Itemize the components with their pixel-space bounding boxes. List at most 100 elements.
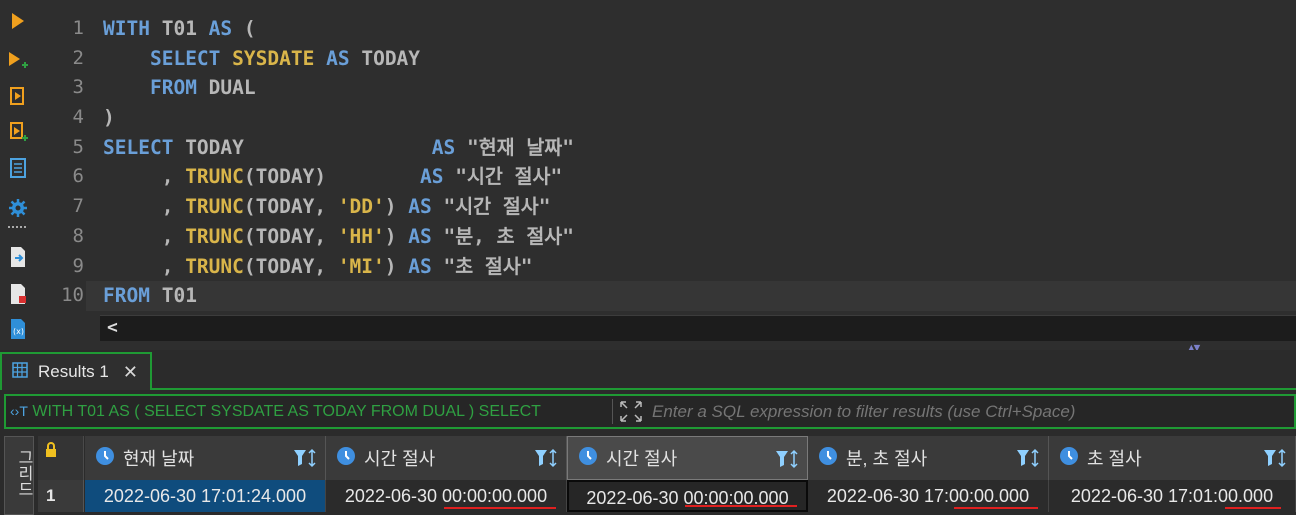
execute-script-icon[interactable] — [8, 85, 28, 107]
code-line[interactable]: , TRUNC(TODAY, 'HH') AS "분, 초 절사" — [103, 222, 1296, 252]
code-area[interactable]: WITH T01 AS ( SELECT SYSDATE AS TODAY FR… — [86, 14, 1296, 311]
close-tab-icon[interactable]: ✕ — [123, 362, 138, 383]
code-token: , — [103, 254, 186, 278]
code-token: FROM — [103, 284, 150, 308]
red-underline-mark — [1225, 507, 1281, 509]
column-header-current-date[interactable]: 현재 날짜 — [85, 436, 326, 480]
cell-current-date[interactable]: 2022-06-30 17:01:24.000 — [85, 480, 326, 512]
line-number: 9 — [72, 254, 84, 277]
column-header-trunc-mi[interactable]: 초 절사 — [1049, 436, 1296, 480]
code-token: SELECT — [149, 46, 221, 70]
expand-filter-icon[interactable] — [618, 399, 644, 424]
horizontal-scrollbar[interactable]: < — [100, 315, 1296, 341]
code-token: TRUNC — [185, 195, 244, 219]
code-token: AS — [326, 46, 350, 70]
variables-icon[interactable]: (x) — [8, 318, 28, 340]
table-row[interactable]: 1 2022-06-30 17:01:24.000 2022-06-30 00:… — [38, 480, 1296, 512]
toolbar-separator — [8, 222, 28, 232]
line-number: 5 — [72, 135, 84, 158]
code-token: TRUNC — [185, 254, 244, 278]
column-header-label: 초 절사 — [1087, 449, 1142, 469]
code-token: WITH — [103, 17, 150, 40]
clock-icon — [336, 446, 356, 471]
clock-icon — [578, 446, 598, 471]
code-token: "시간 절사" — [431, 195, 551, 219]
code-line[interactable]: , TRUNC(TODAY, 'DD') AS "시간 절사" — [103, 192, 1296, 222]
column-header-trunc-time[interactable]: 시간 절사 — [326, 436, 567, 480]
code-line[interactable]: , TRUNC(TODAY, 'MI') AS "초 절사" — [103, 252, 1296, 282]
code-token: TRUNC — [185, 224, 244, 248]
settings-gear-icon[interactable] — [8, 197, 28, 219]
code-line[interactable]: SELECT TODAY AS "현재 날짜" — [103, 133, 1296, 163]
code-token: (TODAY) — [243, 165, 420, 189]
code-token: "분, 초 절사" — [431, 224, 574, 248]
filter-sort-icon[interactable] — [775, 449, 799, 474]
line-number: 7 — [72, 195, 84, 218]
filter-query-dropdown[interactable]: ‹›T WITH T01 AS ( SELECT SYSDATE AS TODA… — [8, 396, 610, 427]
results-grid[interactable]: 현재 날짜 시간 절사 시간 절사 분, 초 절사 초 절사 1 2022-06… — [38, 436, 1296, 515]
execute-script-new-tab-icon[interactable] — [8, 120, 28, 142]
code-token: T01 — [149, 17, 209, 40]
results-panel: Results 1 ✕ ‹›T WITH T01 AS ( SELECT SYS… — [0, 350, 1296, 515]
column-header-label: 시간 절사 — [606, 449, 678, 469]
scroll-left-arrow-icon[interactable]: < — [107, 317, 118, 338]
filter-separator — [612, 399, 613, 424]
code-line[interactable]: SELECT SYSDATE AS TODAY — [103, 44, 1296, 74]
line-number-gutter: 1 2 3 4 5 6 7 8 9 10 — [36, 14, 86, 311]
code-token: T01 — [149, 284, 197, 308]
code-line[interactable]: FROM T01 — [86, 281, 1296, 311]
code-line[interactable]: FROM DUAL — [103, 73, 1296, 103]
lock-icon — [46, 442, 56, 457]
filter-expression-input[interactable] — [652, 396, 1294, 427]
cell-trunc-hh[interactable]: 2022-06-30 17:00:00.000 — [808, 480, 1049, 512]
red-underline-mark — [444, 507, 556, 509]
line-number: 10 — [61, 284, 84, 307]
code-line[interactable]: WITH T01 AS ( — [103, 14, 1296, 44]
grid-view-tab[interactable]: 그리드 — [4, 436, 34, 515]
cell-value: 2022-06-30 17:01:00.000 — [1070, 486, 1274, 506]
code-token: TODAY — [173, 135, 432, 159]
code-token: "현재 날짜" — [455, 135, 574, 159]
code-token: ) — [103, 106, 115, 130]
code-token: AS — [420, 165, 444, 189]
code-line[interactable]: , TRUNC(TODAY) AS "시간 절사" — [103, 162, 1296, 192]
column-header-trunc-dd[interactable]: 시간 절사 — [567, 436, 808, 480]
code-token: TODAY — [349, 46, 421, 70]
code-token: ) — [384, 195, 409, 219]
editor-toolbar: (x) — [0, 0, 36, 350]
cell-trunc-mi[interactable]: 2022-06-30 17:01:00.000 — [1049, 480, 1296, 512]
code-token: SELECT — [103, 135, 174, 159]
new-script-icon[interactable] — [8, 283, 28, 305]
filter-sort-icon[interactable] — [1016, 448, 1040, 473]
filter-sort-icon[interactable] — [534, 448, 558, 473]
grid-table-icon — [12, 361, 28, 383]
filter-bar: ‹›T WITH T01 AS ( SELECT SYSDATE AS TODA… — [4, 394, 1296, 429]
column-header-label: 시간 절사 — [364, 449, 436, 469]
code-token: AS — [408, 195, 432, 219]
line-number: 3 — [72, 76, 84, 99]
filter-sort-icon[interactable] — [1263, 448, 1287, 473]
column-header-trunc-hh[interactable]: 분, 초 절사 — [808, 436, 1049, 480]
execute-statement-icon[interactable] — [8, 10, 28, 32]
red-underline-mark — [685, 505, 797, 507]
cell-trunc-dd[interactable]: 2022-06-30 00:00:00.000 — [567, 480, 808, 512]
row-number[interactable]: 1 — [38, 480, 84, 512]
explain-plan-icon[interactable] — [8, 157, 28, 179]
tab-results-1[interactable]: Results 1 ✕ — [0, 352, 152, 390]
export-icon[interactable] — [8, 246, 28, 268]
code-token: AS — [208, 17, 233, 40]
column-header-label: 분, 초 절사 — [846, 449, 928, 469]
filter-sort-icon[interactable] — [293, 448, 317, 473]
code-line[interactable]: ) — [103, 103, 1296, 133]
row-number-header[interactable] — [38, 436, 84, 480]
execute-in-new-tab-icon[interactable] — [8, 50, 28, 72]
clock-icon — [1059, 446, 1079, 471]
tab-divider — [150, 388, 1296, 390]
code-token: 'HH' — [337, 224, 385, 248]
code-token: "시간 절사" — [443, 165, 563, 189]
sql-editor[interactable]: (x) 1 2 3 4 5 6 7 8 9 10 WITH T01 AS ( SELECT SYS… — [0, 0, 1296, 354]
cell-trunc-time[interactable]: 2022-06-30 00:00:00.000 — [326, 480, 567, 512]
